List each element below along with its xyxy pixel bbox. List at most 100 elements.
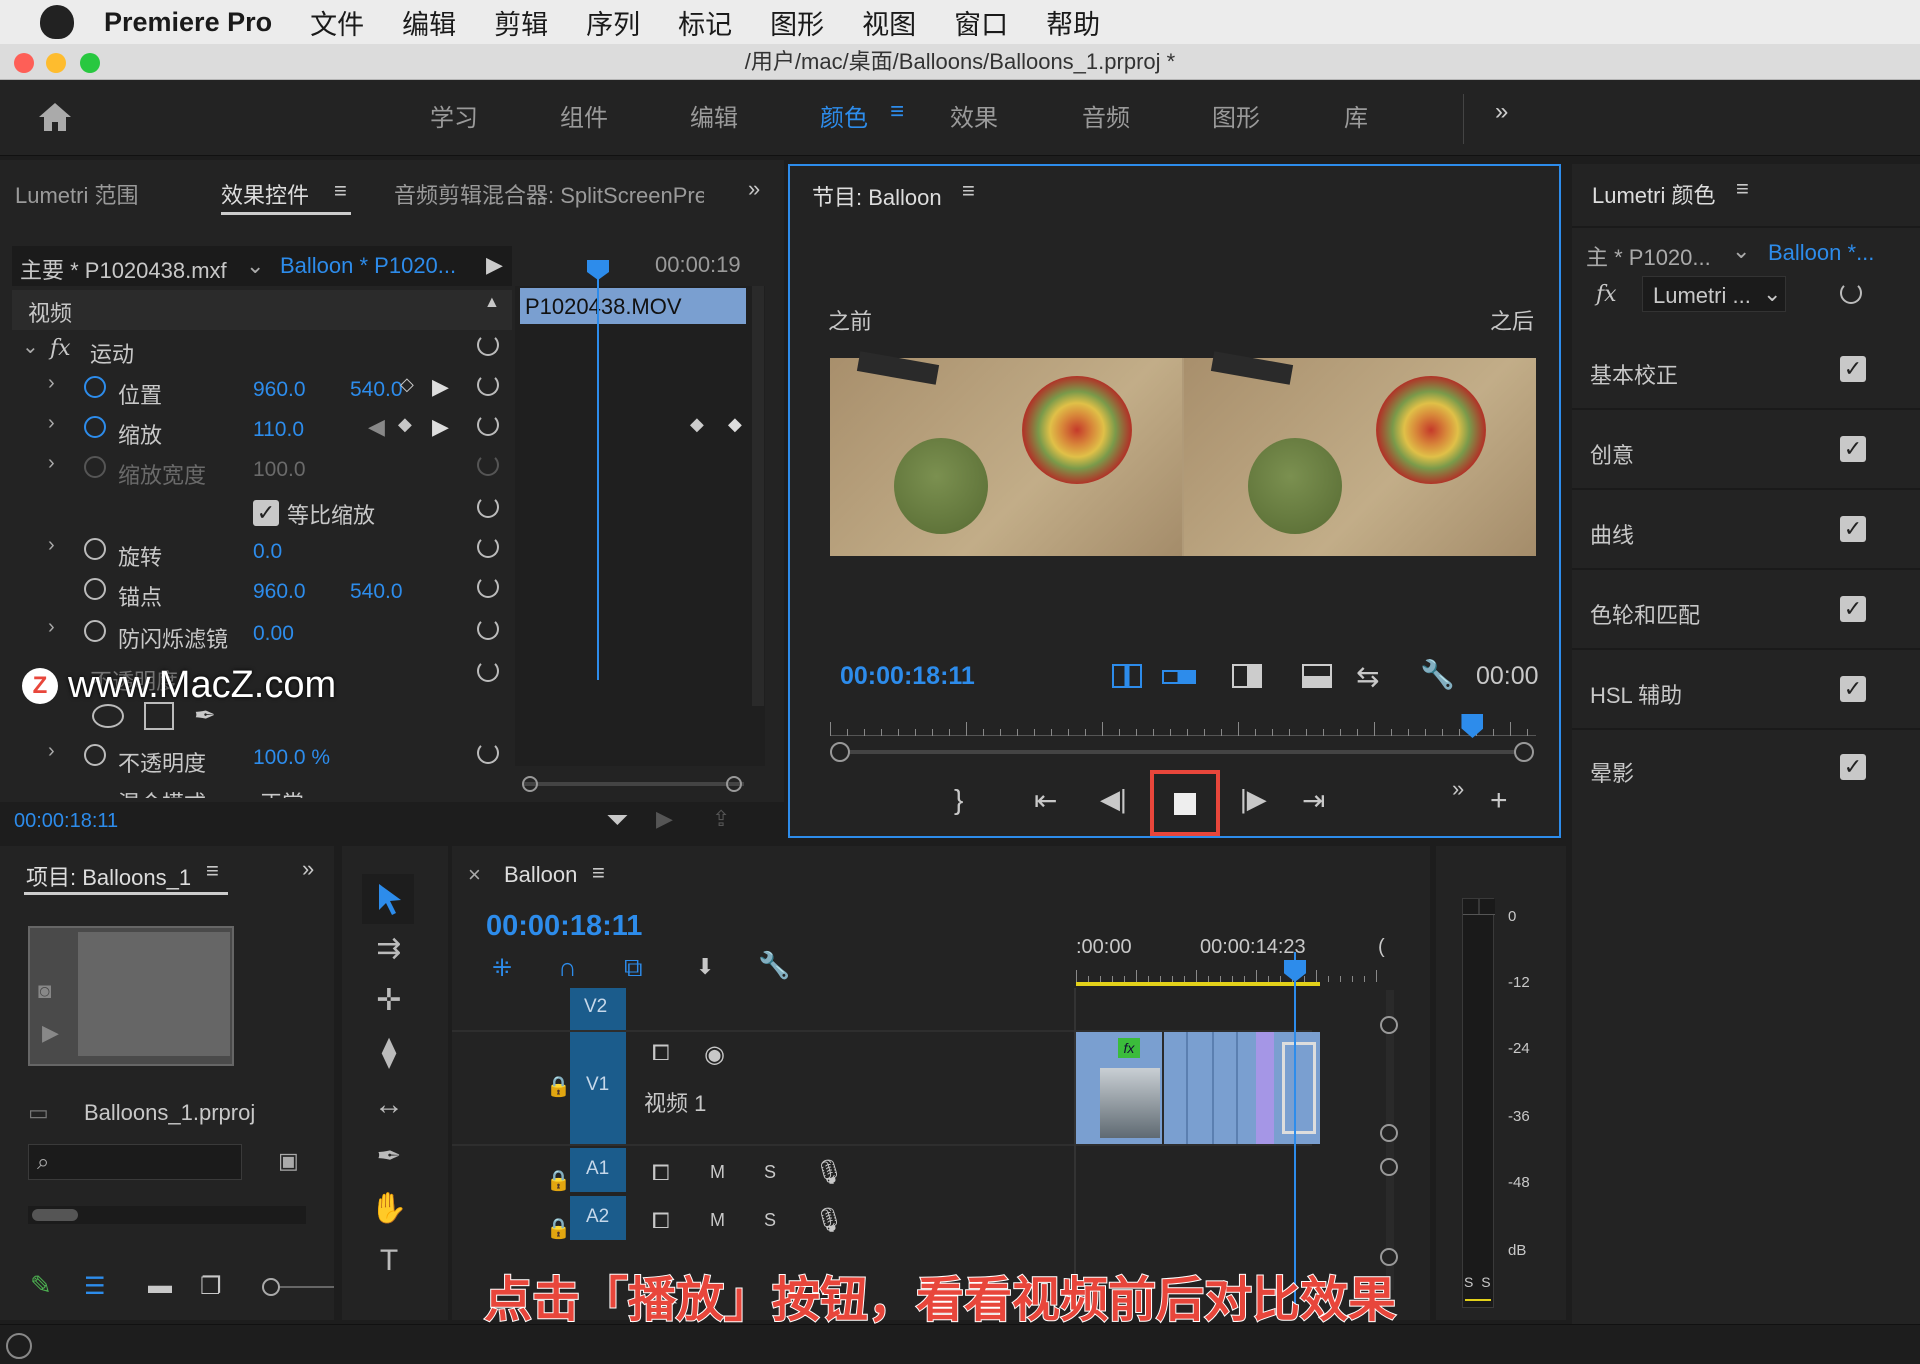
microphone-icon[interactable]: 🎙 [814, 1158, 844, 1187]
zoom-scrollbar[interactable] [840, 750, 1520, 754]
razor-icon[interactable]: ⧫ [364, 1032, 414, 1074]
new-bin-icon[interactable]: ▣ [278, 1148, 299, 1174]
selection-tool-icon[interactable] [376, 882, 404, 916]
apple-icon[interactable] [40, 5, 74, 39]
timeline-playhead-line[interactable] [1294, 952, 1296, 1308]
pencil-icon[interactable]: ✎ [30, 1270, 52, 1301]
keyframe-area[interactable] [515, 286, 765, 766]
scroll-handle[interactable] [1380, 1016, 1398, 1034]
slip-icon[interactable]: ↔ [364, 1084, 414, 1126]
expand-arrow-icon[interactable]: › [48, 372, 55, 395]
prev-keyframe-icon[interactable]: ◀ [368, 414, 385, 440]
sync-lock-icon[interactable]: ⧠ [652, 1208, 670, 1234]
go-to-in-icon[interactable]: ⇤ [1034, 784, 1057, 817]
mute-button[interactable]: M [710, 1210, 725, 1231]
reset-icon[interactable] [477, 742, 499, 764]
video-preview[interactable] [830, 351, 1536, 556]
solo-buttons[interactable]: S S [1464, 1274, 1493, 1290]
purple-clip[interactable] [1256, 1032, 1274, 1144]
track-select-icon[interactable]: ⇉ [364, 928, 414, 970]
reset-icon[interactable] [477, 536, 499, 558]
linked-selection-icon[interactable]: ⧉ [624, 952, 643, 984]
freeform-view-icon[interactable]: ❐ [200, 1272, 222, 1301]
panel-menu-icon[interactable]: ≡ [592, 860, 605, 886]
program-timecode[interactable]: 00:00:18:11 [840, 662, 975, 691]
zoom-handle[interactable] [1514, 742, 1534, 762]
workspace-audio[interactable]: 音频 [1082, 98, 1130, 133]
section-enable-checkbox[interactable]: ✓ [1840, 436, 1866, 462]
keyframe-icon[interactable]: ◆ [690, 414, 704, 435]
v2-target[interactable]: V2 [570, 988, 626, 1030]
eye-icon[interactable]: ◉ [704, 1040, 725, 1069]
position-x-value[interactable]: 960.0 [253, 378, 306, 402]
stopwatch-icon[interactable] [84, 578, 106, 600]
stopwatch-icon[interactable] [84, 538, 106, 560]
current-timecode[interactable]: 00:00:18:11 [14, 810, 118, 833]
tab-audio-mixer[interactable]: 音频剪辑混合器: SplitScreenPre [394, 178, 704, 210]
menu-markers[interactable]: 标记 [678, 3, 732, 42]
home-icon[interactable] [36, 100, 74, 134]
a1-target[interactable]: A1 [570, 1148, 626, 1192]
v1-target[interactable]: V1 [570, 1032, 626, 1144]
vertical-split-icon[interactable] [1232, 664, 1262, 688]
more-panels-icon[interactable]: » [748, 176, 760, 202]
uniform-scale-checkbox[interactable]: ✓ [253, 500, 279, 526]
ripple-edit-icon[interactable]: ✛ [364, 980, 414, 1022]
zoom-handle[interactable] [522, 776, 538, 792]
comparison-view-icon[interactable] [1112, 664, 1142, 688]
play-stop-button[interactable] [1150, 770, 1220, 836]
expand-arrow-icon[interactable]: › [48, 452, 55, 475]
solo-button[interactable]: S [764, 1210, 776, 1231]
scrollbar[interactable] [752, 286, 764, 706]
solo-button[interactable]: S [764, 1162, 776, 1183]
v1-clip[interactable]: fx [1076, 1032, 1320, 1144]
workspace-libraries[interactable]: 库 [1344, 98, 1368, 133]
swap-sides-icon[interactable]: ⇆ [1356, 660, 1379, 693]
selected-clip[interactable] [1282, 1042, 1316, 1134]
reset-icon[interactable] [477, 374, 499, 396]
anchor-y-value[interactable]: 540.0 [350, 580, 403, 604]
lock-icon[interactable]: 🔒 [546, 1168, 571, 1193]
play-triangle-icon[interactable]: ▶ [486, 252, 503, 278]
playhead-line[interactable] [597, 260, 599, 680]
sequence-clip-link[interactable]: Balloon * P1020... [280, 253, 456, 279]
go-to-out-icon[interactable]: ⇥ [1302, 784, 1325, 817]
playhead-handle[interactable] [587, 260, 609, 280]
workspace-color[interactable]: 颜色 [820, 98, 868, 133]
menu-help[interactable]: 帮助 [1046, 3, 1100, 42]
keyframe-toggle-icon[interactable]: ◇ [400, 374, 414, 395]
tab-lumetri-scopes[interactable]: Lumetri 范围 [15, 178, 138, 210]
workspace-learn[interactable]: 学习 [430, 98, 478, 133]
zoom-slider-handle[interactable] [262, 1278, 280, 1296]
next-keyframe-icon[interactable]: ▶ [432, 414, 449, 440]
flicker-value[interactable]: 0.00 [253, 622, 294, 646]
project-thumbnail[interactable]: ◙ ▶ [28, 926, 234, 1066]
type-tool-icon[interactable]: T [364, 1240, 414, 1282]
close-icon[interactable]: × [468, 862, 481, 888]
workspace-editing[interactable]: 编辑 [690, 98, 738, 133]
tab-effect-controls[interactable]: 效果控件 [221, 178, 309, 210]
expand-arrow-icon[interactable]: › [48, 412, 55, 435]
reset-icon[interactable] [477, 618, 499, 640]
stopwatch-icon[interactable] [84, 620, 106, 642]
panel-menu-icon[interactable]: ≡ [1736, 176, 1749, 202]
keyframe-toggle-icon[interactable]: ◆ [398, 414, 412, 435]
close-window-button[interactable] [14, 53, 34, 73]
pen-icon[interactable]: ✒ [364, 1136, 414, 1178]
export-icon[interactable]: ⇪ [712, 806, 730, 832]
more-panels-icon[interactable]: » [302, 856, 314, 882]
fx-icon[interactable]: fx [1596, 282, 1617, 307]
icon-view-icon[interactable]: ▬ [148, 1272, 172, 1300]
section-enable-checkbox[interactable]: ✓ [1840, 356, 1866, 382]
a2-target[interactable]: A2 [570, 1196, 626, 1240]
scale-value[interactable]: 110.0 [253, 418, 304, 442]
fx-icon[interactable]: fx [50, 336, 71, 361]
menu-clip[interactable]: 剪辑 [494, 3, 548, 42]
section-hsl[interactable]: HSL 辅助 ✓ [1572, 650, 1920, 730]
settings-wrench-icon[interactable]: 🔧 [758, 950, 790, 981]
expand-arrow-icon[interactable]: › [48, 616, 55, 639]
position-y-value[interactable]: 540.0 [350, 378, 403, 402]
opacity-value[interactable]: 100.0 % [253, 746, 330, 770]
stopwatch-icon[interactable] [84, 416, 106, 438]
workspace-graphics[interactable]: 图形 [1212, 98, 1260, 133]
